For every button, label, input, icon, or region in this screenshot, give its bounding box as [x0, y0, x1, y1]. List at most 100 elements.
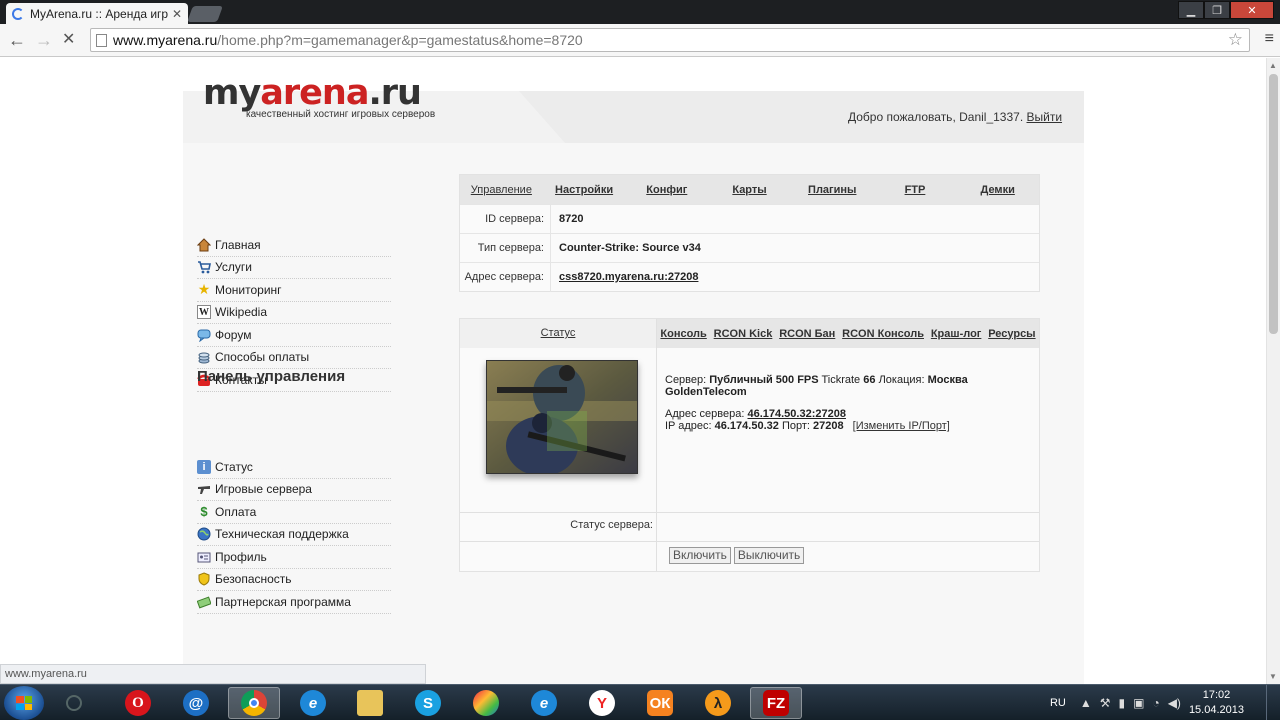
- url-host: www.myarena.ru: [113, 32, 218, 48]
- power-icon[interactable]: ▮: [1119, 696, 1126, 710]
- server-name-label: Сервер:: [665, 374, 707, 386]
- internet-explorer-icon: e: [531, 690, 557, 716]
- show-hidden-icons-icon[interactable]: ▲: [1080, 696, 1092, 710]
- app-circle-icon: [66, 695, 82, 711]
- sidebar-item-profile[interactable]: Профиль: [197, 546, 391, 569]
- vertical-scrollbar[interactable]: ▲ ▼: [1266, 58, 1280, 684]
- language-indicator[interactable]: RU: [1050, 697, 1066, 709]
- tab-management[interactable]: Управление: [460, 184, 543, 196]
- tab-config[interactable]: Конфиг: [625, 184, 708, 196]
- volume-icon[interactable]: ◀): [1168, 696, 1181, 710]
- sidebar-item-support[interactable]: Техническая поддержка: [197, 524, 391, 546]
- tab-crash-log[interactable]: Краш-лог: [931, 328, 982, 340]
- taskbar-filezilla[interactable]: FZ: [750, 687, 802, 719]
- forward-arrow-icon[interactable]: →: [35, 30, 53, 50]
- clock[interactable]: 17:02 15.04.2013: [1189, 688, 1244, 718]
- server-id-row: ID сервера: 8720: [460, 204, 1039, 234]
- network-icon[interactable]: ▣: [1133, 696, 1144, 710]
- skype-icon: S: [415, 690, 441, 716]
- start-server-button[interactable]: Включить: [669, 547, 731, 564]
- taskbar-opera[interactable]: O: [112, 687, 164, 719]
- taskbar-half-life[interactable]: λ: [692, 687, 744, 719]
- at-sign-icon: @: [183, 690, 209, 716]
- bookmark-star-icon[interactable]: ☆: [1228, 30, 1243, 50]
- tab-console[interactable]: Консоль: [660, 328, 706, 340]
- windows-logo-icon: [16, 696, 32, 710]
- sidebar-item-wikipedia[interactable]: W Wikipedia: [197, 302, 391, 324]
- sidebar-item-payment[interactable]: $ Оплата: [197, 501, 391, 524]
- taskbar-yandex[interactable]: Y: [576, 687, 628, 719]
- logo-my: my: [203, 73, 261, 113]
- tab-ftp[interactable]: FTP: [874, 184, 957, 196]
- tab-demos[interactable]: Демки: [956, 184, 1039, 196]
- new-tab-button[interactable]: [187, 6, 223, 22]
- sidebar-item-security[interactable]: Безопасность: [197, 569, 391, 591]
- start-button[interactable]: [4, 686, 44, 720]
- tab-status[interactable]: Статус: [460, 319, 657, 348]
- stop-server-button[interactable]: Выключить: [733, 547, 805, 564]
- location-label: Локация:: [878, 374, 925, 386]
- tab-rcon-kick[interactable]: RCON Kick: [714, 328, 773, 340]
- stop-loading-icon[interactable]: ✕: [62, 30, 75, 50]
- port-value: 27208: [813, 420, 844, 432]
- banknote-icon: [197, 595, 211, 609]
- back-arrow-icon[interactable]: ←: [8, 30, 26, 50]
- server-address-link[interactable]: css8720.myarena.ru:27208: [551, 271, 698, 283]
- taskbar-app-hidden[interactable]: [48, 687, 100, 719]
- taskbar-odnoklassniki[interactable]: ОК: [634, 687, 686, 719]
- wifi-icon[interactable]: ◔: [1152, 696, 1159, 710]
- taskbar-internet-explorer-2[interactable]: e: [518, 687, 570, 719]
- browser-menu-icon[interactable]: ≡: [1265, 30, 1274, 48]
- logo-arena: arena: [260, 73, 369, 113]
- change-ip-port-link[interactable]: [Изменить IP/Порт]: [853, 420, 950, 432]
- taskbar-mail-agent[interactable]: @: [170, 687, 222, 719]
- site-container: myarena.ru качественный хостинг игровых …: [183, 73, 1084, 684]
- sidebar-item-forum[interactable]: Форум: [197, 324, 391, 347]
- logout-link[interactable]: Выйти: [1027, 110, 1063, 124]
- speech-bubble-icon: [197, 328, 211, 342]
- scroll-down-icon[interactable]: ▼: [1269, 672, 1277, 681]
- tab-plugins[interactable]: Плагины: [791, 184, 874, 196]
- tab-maps[interactable]: Карты: [708, 184, 791, 196]
- tab-rcon-console[interactable]: RCON Консоль: [842, 328, 924, 340]
- scroll-up-icon[interactable]: ▲: [1269, 61, 1277, 70]
- sidebar-item-label: Услуги: [215, 260, 252, 275]
- tab-close-icon[interactable]: ✕: [172, 7, 182, 21]
- browser-tab[interactable]: MyArena.ru :: Аренда игр ✕: [6, 3, 188, 24]
- tab-settings[interactable]: Настройки: [543, 184, 626, 196]
- close-window-icon[interactable]: ✕: [1230, 1, 1274, 19]
- minimize-icon[interactable]: ▁: [1178, 1, 1204, 19]
- server-type-row: Тип сервера: Counter-Strike: Source v34: [460, 233, 1039, 263]
- restore-icon[interactable]: ❐: [1204, 1, 1230, 19]
- server-tabs: Управление Настройки Конфиг Карты Плагин…: [460, 175, 1039, 204]
- sidebar-item-services[interactable]: Услуги: [197, 257, 391, 279]
- taskbar-explorer[interactable]: [344, 687, 396, 719]
- address-bar[interactable]: www.myarena.ru/home.php?m=gamemanager&p=…: [90, 28, 1250, 52]
- browser-status-bar: www.myarena.ru: [0, 664, 426, 684]
- sidebar-item-home[interactable]: Главная: [197, 234, 391, 257]
- show-desktop-button[interactable]: [1266, 685, 1280, 720]
- sidebar-item-monitoring[interactable]: ★ Мониторинг: [197, 279, 391, 302]
- taskbar-game-app[interactable]: [460, 687, 512, 719]
- welcome-text: Добро пожаловать, Danil_1337.: [848, 110, 1024, 124]
- taskbar-skype[interactable]: S: [402, 687, 454, 719]
- taskbar-internet-explorer[interactable]: e: [287, 687, 339, 719]
- address-link[interactable]: 46.174.50.32:27208: [747, 408, 845, 420]
- welcome-message: Добро пожаловать, Danil_1337. Выйти: [848, 110, 1062, 124]
- cart-icon: [197, 260, 211, 274]
- sidebar-item-partner-program[interactable]: Партнерская программа: [197, 591, 391, 614]
- tab-rcon-ban[interactable]: RCON Бан: [779, 328, 835, 340]
- sidebar-item-label: Статус: [215, 459, 253, 474]
- scroll-thumb[interactable]: [1269, 74, 1278, 334]
- server-details: Сервер: Публичный 500 FPS Tickrate 66 Ло…: [665, 374, 1025, 432]
- tab-resources[interactable]: Ресурсы: [988, 328, 1035, 340]
- sidebar-item-label: Способы оплаты: [215, 350, 310, 365]
- sidebar-item-status[interactable]: i Статус: [197, 456, 391, 479]
- site-logo[interactable]: myarena.ru качественный хостинг игровых …: [203, 73, 435, 120]
- sidebar-item-game-servers[interactable]: Игровые сервера: [197, 479, 391, 501]
- server-type-value: Counter-Strike: Source v34: [559, 242, 701, 254]
- tray-app-icon[interactable]: ⚒: [1100, 696, 1111, 710]
- taskbar-chrome[interactable]: [228, 687, 280, 719]
- sidebar-item-payment-methods[interactable]: Способы оплаты: [197, 347, 391, 369]
- port-label: Порт:: [781, 420, 810, 432]
